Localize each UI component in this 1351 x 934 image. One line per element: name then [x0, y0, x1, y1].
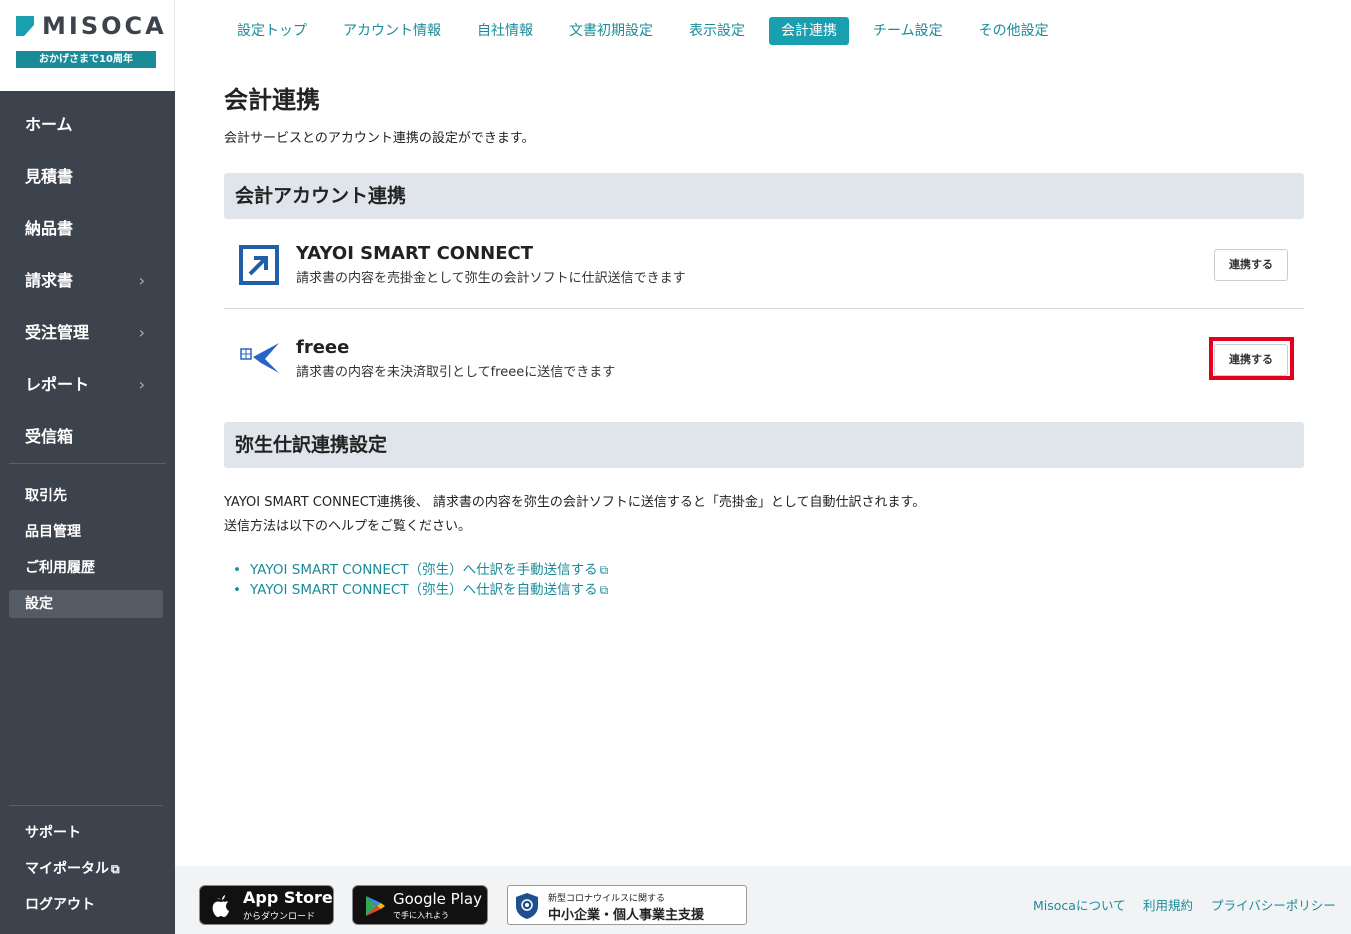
sidebar-item-inbox[interactable]: 受信箱 — [0, 411, 175, 463]
sidebar-item-invoices[interactable]: 請求書 › — [0, 255, 175, 307]
external-link-icon: ⧉ — [111, 862, 120, 876]
footer-link-terms[interactable]: 利用規約 — [1143, 895, 1193, 914]
footer: App Store からダウンロード Google Play で手に入れよう 新… — [175, 866, 1351, 934]
footer-link-about[interactable]: Misocaについて — [1033, 895, 1126, 914]
account-integration-heading: 会計アカウント連携 — [224, 173, 1304, 219]
sidebar-item-label: 受信箱 — [25, 427, 74, 446]
covid-badge-subtitle: 新型コロナウイルスに関する — [548, 894, 666, 904]
sidebar-item-logout[interactable]: ログアウト — [0, 887, 175, 923]
sidebar-item-label: ログアウト — [25, 897, 95, 913]
sidebar-item-label: ホーム — [25, 115, 73, 134]
apple-icon — [212, 895, 229, 917]
sidebar-item-usage-history[interactable]: ご利用履歴 — [0, 550, 175, 586]
tab-account-info[interactable]: アカウント情報 — [331, 17, 453, 45]
sidebar-item-label: 見積書 — [25, 167, 74, 186]
freee-bird-icon — [239, 341, 281, 377]
chevron-right-icon: › — [138, 375, 145, 394]
sidebar-item-delivery-notes[interactable]: 納品書 — [0, 203, 175, 255]
app-store-title: App Store — [243, 888, 333, 907]
sidebar-item-estimates[interactable]: 見積書 — [0, 151, 175, 203]
logo-text: MISOCA — [42, 12, 167, 40]
sidebar-item-label: 品目管理 — [25, 524, 81, 540]
sidebar-item-support[interactable]: サポート — [0, 815, 175, 851]
tab-document-defaults[interactable]: 文書初期設定 — [557, 17, 665, 45]
service-description: 請求書の内容を売掛金として弥生の会計ソフトに仕訳送信できます — [296, 271, 686, 286]
sidebar-item-clients[interactable]: 取引先 — [0, 478, 175, 514]
misoca-logo[interactable]: MISOCA — [16, 14, 167, 38]
page-title: 会計連携 — [224, 86, 320, 114]
main-content: 設定トップ アカウント情報 自社情報 文書初期設定 表示設定 会計連携 チーム設… — [175, 0, 1351, 866]
sidebar-item-reports[interactable]: レポート › — [0, 359, 175, 411]
sidebar-item-label: 設定 — [25, 596, 53, 612]
service-description: 請求書の内容を未決済取引としてfreeeに送信できます — [296, 365, 616, 380]
sidebar-sub-nav: 取引先 品目管理 ご利用履歴 設定 — [0, 464, 175, 618]
yayoi-connect-button[interactable]: 連携する — [1214, 249, 1288, 281]
tab-settings-top[interactable]: 設定トップ — [225, 17, 319, 45]
tab-accounting-integration[interactable]: 会計連携 — [769, 17, 849, 45]
shield-icon — [516, 893, 538, 919]
service-name: YAYOI SMART CONNECT — [296, 243, 534, 264]
yayoi-settings-heading: 弥生仕訳連携設定 — [224, 422, 1304, 468]
sidebar-item-label: 受注管理 — [25, 323, 90, 342]
google-play-icon — [366, 896, 385, 916]
help-link-manual-send[interactable]: YAYOI SMART CONNECT（弥生）へ仕訳を手動送信する⧉ — [233, 560, 608, 580]
tab-display-settings[interactable]: 表示設定 — [677, 17, 757, 45]
sidebar-item-home[interactable]: ホーム — [0, 99, 175, 151]
sidebar-item-my-portal[interactable]: マイポータル ⧉ — [0, 851, 175, 887]
highlight-box — [1209, 337, 1294, 380]
google-play-title: Google Play — [393, 890, 482, 908]
misoca-logo-mark-icon — [16, 16, 34, 36]
sidebar: MISOCA おかげさまで10周年 ホーム 見積書 納品書 請求書 › 受注管理 ›… — [0, 0, 175, 934]
sidebar-item-settings[interactable]: 設定 — [9, 590, 163, 618]
sidebar-item-label: 請求書 — [25, 271, 74, 290]
page-description: 会計サービスとのアカウント連携の設定ができます。 — [224, 131, 535, 146]
sidebar-item-label: マイポータル — [25, 861, 109, 877]
sidebar-item-label: 納品書 — [25, 219, 74, 238]
app-store-badge[interactable]: App Store からダウンロード — [199, 885, 334, 925]
service-name: freee — [296, 337, 350, 358]
covid-support-badge[interactable]: 新型コロナウイルスに関する 中小企業・個人事業主支援 — [507, 885, 747, 925]
covid-badge-title: 中小企業・個人事業主支援 — [548, 908, 705, 923]
sidebar-item-label: サポート — [25, 825, 81, 841]
sidebar-item-label: 取引先 — [25, 488, 67, 504]
yayoi-help-text: 送信方法は以下のヘルプをご覧ください。 — [224, 519, 472, 534]
yayoi-info-text: YAYOI SMART CONNECT連携後、 請求書の内容を弥生の会計ソフトに… — [224, 495, 926, 510]
yayoi-service-row: YAYOI SMART CONNECT 請求書の内容を売掛金として弥生の会計ソフ… — [224, 219, 1304, 308]
sidebar-item-label: ご利用履歴 — [25, 560, 95, 576]
sidebar-bottom-nav: サポート マイポータル ⧉ ログアウト — [0, 805, 175, 923]
external-link-icon: ⧉ — [599, 563, 609, 577]
tab-team-settings[interactable]: チーム設定 — [861, 17, 955, 45]
sidebar-item-products[interactable]: 品目管理 — [0, 514, 175, 550]
sidebar-main-nav: ホーム 見積書 納品書 請求書 › 受注管理 › レポート › 受信箱 — [0, 91, 175, 463]
chevron-right-icon: › — [138, 323, 145, 342]
google-play-subtitle: で手に入れよう — [393, 911, 449, 920]
google-play-badge[interactable]: Google Play で手に入れよう — [352, 885, 488, 925]
tab-other-settings[interactable]: その他設定 — [967, 17, 1061, 45]
chevron-right-icon: › — [138, 271, 145, 290]
yayoi-arrow-icon — [239, 245, 279, 285]
help-link-auto-send[interactable]: YAYOI SMART CONNECT（弥生）へ仕訳を自動送信する⧉ — [233, 580, 608, 600]
help-links: YAYOI SMART CONNECT（弥生）へ仕訳を手動送信する⧉ YAYOI… — [233, 560, 608, 600]
sidebar-item-orders[interactable]: 受注管理 › — [0, 307, 175, 359]
footer-link-privacy[interactable]: プライバシーポリシー — [1211, 895, 1336, 914]
tab-company-info[interactable]: 自社情報 — [465, 17, 545, 45]
app-store-subtitle: からダウンロード — [243, 912, 316, 922]
freee-service-row: freee 請求書の内容を未決済取引としてfreeeに送信できます 連携する — [224, 309, 1304, 405]
external-link-icon: ⧉ — [599, 583, 609, 597]
logo-area: MISOCA おかげさまで10周年 — [0, 0, 175, 91]
anniversary-badge: おかげさまで10周年 — [16, 51, 156, 68]
settings-tabs: 設定トップ アカウント情報 自社情報 文書初期設定 表示設定 会計連携 チーム設… — [225, 17, 1073, 45]
help-link-label: YAYOI SMART CONNECT（弥生）へ仕訳を自動送信する — [249, 582, 598, 598]
help-link-label: YAYOI SMART CONNECT（弥生）へ仕訳を手動送信する — [249, 562, 598, 578]
sidebar-item-label: レポート — [25, 375, 90, 394]
